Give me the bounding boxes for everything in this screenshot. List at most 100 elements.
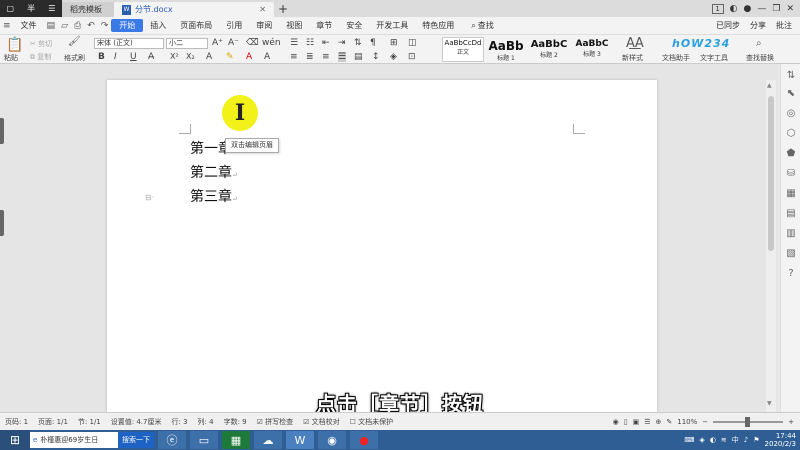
font-name-select[interactable]: 宋体 (正文) <box>94 38 164 49</box>
print-icon[interactable]: ⎙ <box>71 21 84 31</box>
limit-icon[interactable]: ▧ <box>785 248 797 259</box>
screen-recorder-widget[interactable]: ▢ 半 ☰ <box>0 0 62 17</box>
increase-indent-icon[interactable]: ⇥ <box>338 38 346 48</box>
zoom-in-icon[interactable]: + <box>788 418 794 426</box>
bold-icon[interactable]: B <box>98 52 105 62</box>
format-icon[interactable]: ⬡ <box>785 128 797 139</box>
taskbar-chrome-icon[interactable]: ◉ <box>318 431 346 449</box>
user-icon[interactable]: ● <box>744 4 752 14</box>
page-view-icon[interactable]: ▣ <box>633 418 640 426</box>
line-spacing-icon[interactable]: ↕ <box>372 52 380 62</box>
cut-button[interactable]: ✂ 剪切 <box>30 39 52 49</box>
menu-page-layout[interactable]: 页面布局 <box>173 20 219 31</box>
volume-icon[interactable]: ♪ <box>744 436 748 444</box>
copy-button[interactable]: ⧉ 复制 <box>30 52 51 62</box>
find-replace-button[interactable]: 查找替换 <box>746 53 774 63</box>
style-heading-3[interactable]: AaBbC 标题 3 <box>571 37 613 62</box>
new-style-icon[interactable]: A͟A <box>626 36 644 51</box>
zoom-knob[interactable] <box>745 416 751 427</box>
zoom-out-icon[interactable]: − <box>702 418 708 426</box>
doc-proof-button[interactable]: ☑ 文档校对 <box>298 417 345 427</box>
undo-icon[interactable]: ↶ <box>84 21 98 31</box>
chapter-line-3[interactable]: 第三章↵ <box>190 186 238 206</box>
doc-protect-button[interactable]: ☐ 文档未保护 <box>345 417 399 427</box>
table-tools-icon[interactable]: ⊞ <box>390 38 398 48</box>
select-icon[interactable]: ⬉ <box>785 88 797 99</box>
format-painter-icon[interactable]: 🖌 <box>68 36 81 47</box>
phonetic-icon[interactable]: wén <box>262 38 281 48</box>
spell-check-button[interactable]: ☑ 拼写检查 <box>252 417 299 427</box>
table-icon[interactable]: ▦ <box>785 188 797 199</box>
vertical-scrollbar[interactable]: ▲ ▼ <box>766 80 776 412</box>
skin-icon[interactable]: ◐ <box>730 4 738 14</box>
menu-insert[interactable]: 插入 <box>143 20 173 31</box>
save-icon[interactable]: ▤ <box>44 21 59 31</box>
share-button[interactable]: 分享 <box>750 20 766 31</box>
align-center-icon[interactable]: ≣ <box>306 52 314 62</box>
taskbar-spreadsheet-icon[interactable]: ▦ <box>222 431 250 449</box>
taskbar-clock[interactable]: 17:44 2020/2/3 <box>765 432 796 448</box>
justify-icon[interactable]: ☰ <box>338 52 347 62</box>
zoom-slider[interactable] <box>713 416 784 427</box>
menu-view[interactable]: 视图 <box>279 20 309 31</box>
numbering-icon[interactable]: ☷ <box>306 38 314 48</box>
tab-document[interactable]: W 分节.docx ✕ <box>114 2 274 17</box>
char-border-icon[interactable]: A <box>264 52 270 62</box>
shading-icon[interactable]: ◈ <box>390 52 397 62</box>
zoom-value[interactable]: 110% <box>677 418 697 426</box>
tray-app-icon[interactable]: ◈ <box>699 436 704 444</box>
redo-icon[interactable]: ↷ <box>98 21 112 31</box>
keyboard-icon[interactable]: ⌨ <box>684 436 694 444</box>
subscript-icon[interactable]: X₂ <box>186 52 195 61</box>
taskbar-ie-icon[interactable]: ⓔ <box>158 431 186 449</box>
shape-tools-icon[interactable]: ◫ <box>408 38 417 48</box>
taskbar-recorder-icon[interactable]: ● <box>350 431 378 449</box>
sort-icon[interactable]: ⇅ <box>354 38 362 48</box>
web-view-icon[interactable]: ⊕ <box>655 418 661 426</box>
decrease-indent-icon[interactable]: ⇤ <box>322 38 330 48</box>
status-word-count[interactable]: 字数: 9 <box>219 417 252 427</box>
taskbar-search-box[interactable]: e 朴槿惠迎69岁生日 <box>30 432 118 448</box>
new-style-label[interactable]: 新样式 <box>622 53 643 63</box>
menu-section[interactable]: 章节 <box>309 20 339 31</box>
highlight-icon[interactable]: ✎ <box>226 52 234 62</box>
navigation-icon[interactable]: ◎ <box>785 108 797 119</box>
font-color-icon[interactable]: A <box>246 52 252 62</box>
qq-icon[interactable]: ◐ <box>710 436 716 444</box>
open-icon[interactable]: ▱ <box>58 21 71 31</box>
ime-indicator[interactable]: 中 <box>732 435 739 445</box>
align-right-icon[interactable]: ≡ <box>322 52 330 62</box>
menu-home[interactable]: 开始 <box>111 19 144 32</box>
text-effect-icon[interactable]: A <box>206 52 212 62</box>
taskbar-search-button[interactable]: 搜索一下 <box>118 432 154 448</box>
menu-security[interactable]: 安全 <box>339 20 369 31</box>
tab-docer-templates[interactable]: 稻壳模板 <box>62 2 114 17</box>
shrink-font-icon[interactable]: A⁻ <box>228 38 239 48</box>
style-normal[interactable]: AaBbCcDd 正文 <box>442 37 484 62</box>
doc-assistant-button[interactable]: 文档助手 <box>662 53 690 63</box>
left-panel-handle-2[interactable] <box>0 210 4 236</box>
scroll-up-icon[interactable]: ▲ <box>767 82 772 89</box>
page-count-badge[interactable]: 1 <box>711 3 724 14</box>
grow-font-icon[interactable]: A⁺ <box>212 38 223 48</box>
paste-label[interactable]: 粘贴 <box>4 53 18 63</box>
paste-icon[interactable]: 📋 <box>6 37 23 53</box>
underline-icon[interactable]: U <box>130 52 137 62</box>
menu-references[interactable]: 引用 <box>219 20 249 31</box>
start-button[interactable]: ⊞ <box>0 430 30 450</box>
format-painter-label[interactable]: 格式刷 <box>64 53 85 63</box>
menu-search[interactable]: ⌕ 查找 <box>471 20 493 31</box>
menu-file[interactable]: 文件 <box>14 20 44 31</box>
taskbar-cloud-icon[interactable]: ☁ <box>254 431 282 449</box>
clear-format-icon[interactable]: ⌫ <box>246 38 259 48</box>
flag-icon[interactable]: ⚑ <box>753 436 759 444</box>
chapter-line-2[interactable]: 第二章↵ <box>190 162 238 182</box>
distribute-icon[interactable]: ▤ <box>354 52 363 62</box>
taskbar-wps-writer-icon[interactable]: W <box>286 431 314 449</box>
find-replace-icon[interactable]: ⌕ <box>756 38 762 49</box>
bullets-icon[interactable]: ☰ <box>290 38 298 48</box>
show-marks-icon[interactable]: ¶ <box>370 38 376 48</box>
write-mode-icon[interactable]: ✎ <box>666 418 672 426</box>
outline-view-icon[interactable]: ☰ <box>644 418 650 426</box>
taskbar-folder-icon[interactable]: ▭ <box>190 431 218 449</box>
